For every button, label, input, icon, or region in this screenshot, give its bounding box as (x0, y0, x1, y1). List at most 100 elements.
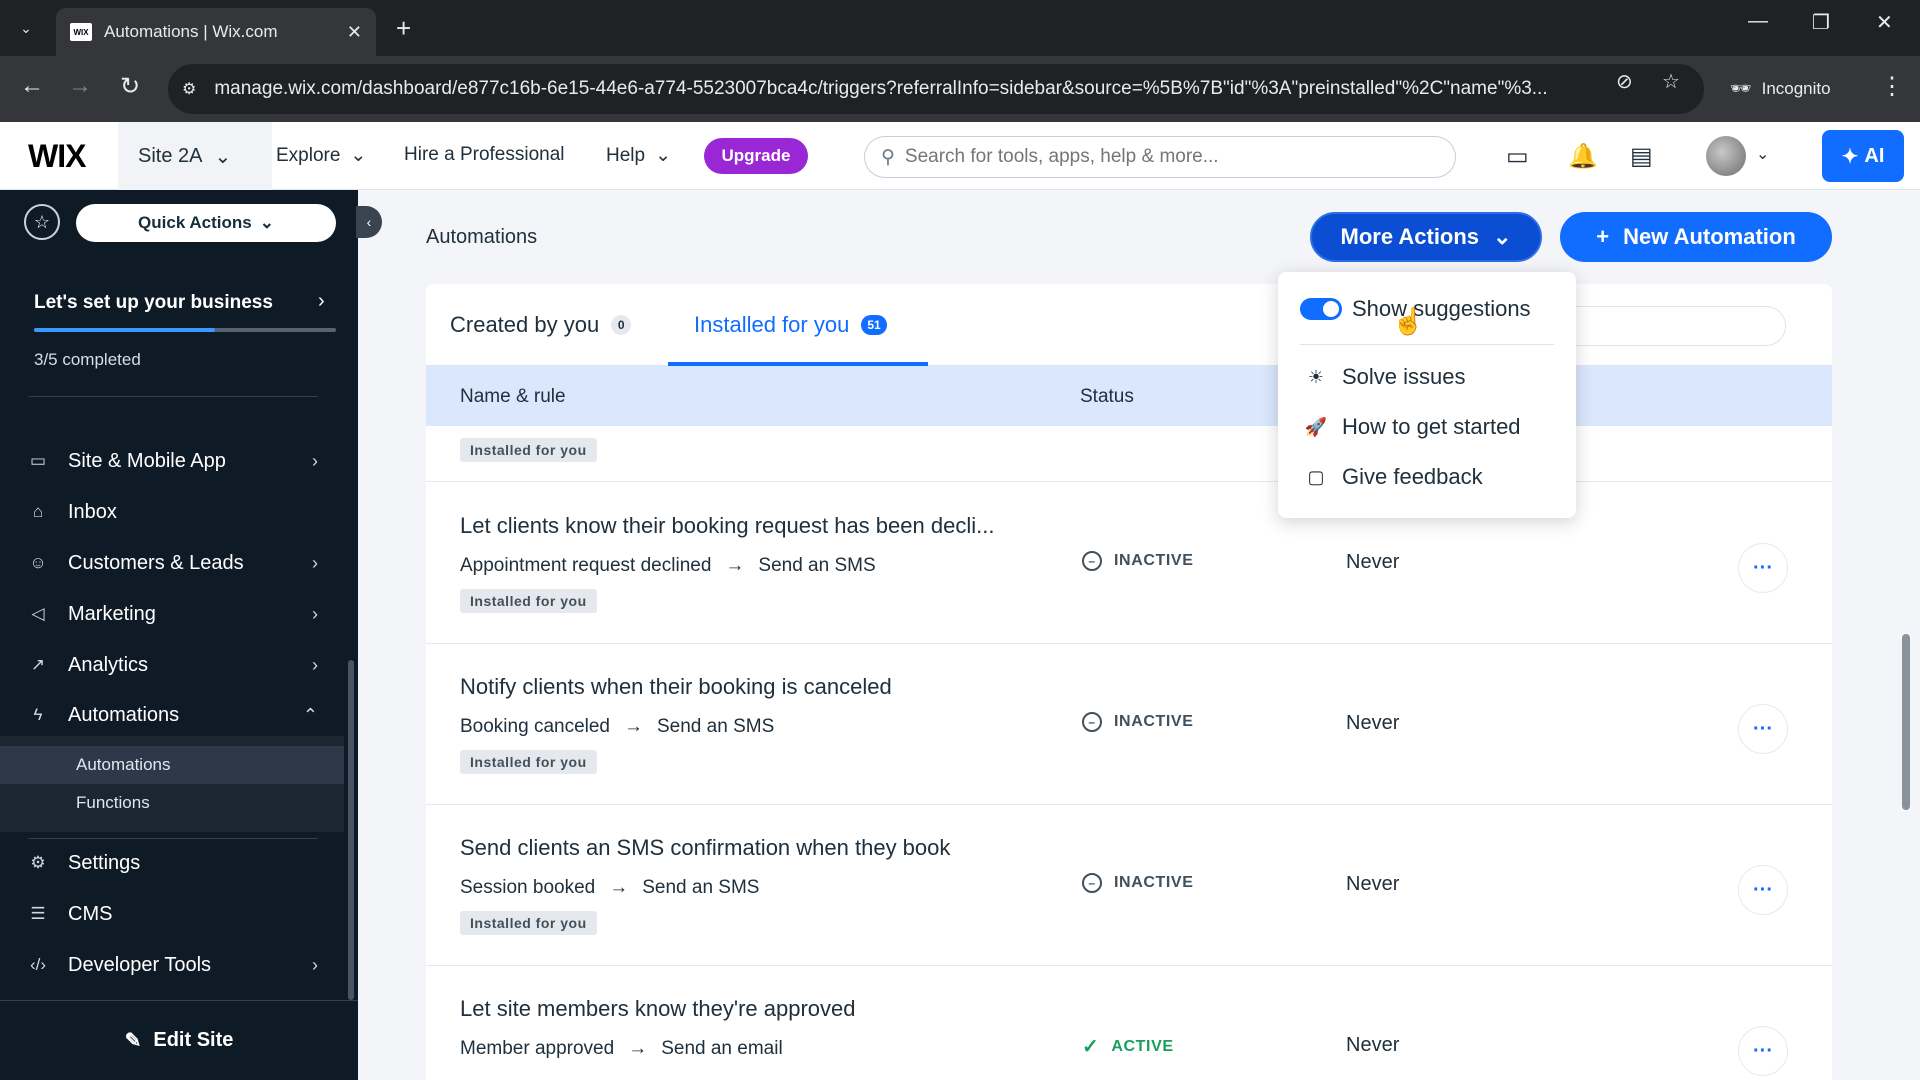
tab-close-icon[interactable]: ✕ (347, 22, 362, 43)
incognito-indicator[interactable]: 🕶 Incognito (1730, 68, 1831, 110)
wix-logo[interactable]: WIX (28, 138, 86, 175)
sidebar-subitem-automations[interactable]: Automations (0, 746, 344, 784)
site-icon: ▭ (29, 451, 47, 470)
tab-list-chevron-icon[interactable]: ⌄ (8, 12, 44, 44)
browser-menu-icon[interactable]: ⋮ (1880, 72, 1904, 101)
column-status[interactable]: Status (1080, 386, 1134, 408)
setup-title[interactable]: Let's set up your business (34, 292, 273, 314)
back-arrow-icon[interactable]: ← (20, 72, 44, 100)
row-last-run: Never (1346, 551, 1400, 573)
site-selector[interactable]: Site 2A ⌄ (118, 122, 272, 190)
chevron-right-icon: › (312, 552, 318, 573)
menu-item-solve-issues[interactable]: ☀ Solve issues (1304, 364, 1466, 390)
new-automation-label: New Automation (1623, 224, 1796, 249)
automations-icon: ϟ (33, 705, 43, 724)
incognito-label: Incognito (1761, 79, 1831, 98)
main-scrollbar[interactable] (1902, 634, 1910, 810)
sidebar-item-cms[interactable]: ☰ CMS (0, 889, 342, 939)
plus-icon: + (1596, 224, 1610, 249)
inactive-icon: – (1082, 873, 1102, 893)
status-label: INACTIVE (1114, 874, 1194, 891)
arrow-right-icon: → (725, 555, 745, 576)
chevron-down-icon[interactable]: ⌄ (1756, 144, 1769, 164)
row-rule: Session booked → Send an SMS (460, 877, 759, 899)
reload-icon[interactable]: ↻ (120, 72, 140, 101)
explore-menu[interactable]: Explore ⌄ (276, 144, 366, 167)
menu-item-how-to-get-started[interactable]: 🚀 How to get started (1304, 414, 1521, 440)
mouse-cursor-icon: ☝ (1392, 306, 1425, 336)
ai-button[interactable]: ✦ AI (1822, 130, 1904, 182)
chevron-right-icon: › (312, 450, 318, 471)
arrow-right-icon: → (624, 716, 643, 737)
row-more-actions-icon[interactable]: ··· (1738, 865, 1788, 915)
chat-icon: ▢ (1307, 466, 1325, 487)
sidebar-item-label: Inbox (68, 500, 117, 523)
chat-icon[interactable]: ▭ (1506, 142, 1529, 171)
help-menu[interactable]: Help ⌄ (606, 144, 671, 167)
page-title: Automations (426, 226, 538, 248)
sidebar-subitem-functions[interactable]: Functions (0, 784, 344, 822)
hire-professional-link[interactable]: Hire a Professional (404, 144, 565, 166)
site-info-icon[interactable]: ⚙ (182, 79, 196, 99)
new-tab-plus-icon[interactable]: + (396, 12, 411, 44)
row-rule: Appointment request declined → Send an S… (460, 555, 876, 577)
sidebar-item-developer-tools[interactable]: ‹/› Developer Tools › (0, 940, 342, 990)
row-more-actions-icon[interactable]: ··· (1738, 704, 1788, 754)
more-actions-dropdown: Show suggestions ☀ Solve issues 🚀 How to… (1278, 272, 1576, 518)
column-name-rule[interactable]: Name & rule (460, 386, 566, 408)
table-row[interactable]: Notify clients when their booking is can… (426, 644, 1832, 805)
chevron-right-icon[interactable]: › (318, 290, 325, 313)
lightbulb-icon: ☀ (1307, 366, 1325, 387)
sidebar-item-marketing[interactable]: ◁ Marketing › (0, 589, 342, 639)
forward-arrow-icon[interactable]: → (68, 72, 92, 100)
row-more-actions-icon[interactable]: ··· (1738, 1026, 1788, 1076)
url-field[interactable]: ⚙ manage.wix.com/dashboard/e877c16b-6e15… (168, 64, 1704, 114)
arrow-right-icon: → (628, 1038, 648, 1059)
menu-item-give-feedback[interactable]: ▢ Give feedback (1304, 464, 1482, 490)
star-icon[interactable]: ☆ (24, 204, 60, 240)
status-badge: – INACTIVE (1082, 551, 1193, 571)
restore-icon[interactable]: ❐ (1812, 10, 1830, 35)
status-badge: – INACTIVE (1082, 873, 1193, 893)
sidebar-scrollbar[interactable] (348, 660, 354, 1000)
quick-actions-button[interactable]: Quick Actions ⌄ (76, 204, 336, 242)
upgrade-button[interactable]: Upgrade (704, 138, 808, 174)
sidebar-item-analytics[interactable]: ↗ Analytics › (0, 640, 342, 690)
bell-icon[interactable]: 🔔 (1568, 142, 1598, 171)
more-actions-button[interactable]: More Actions ⌄ (1310, 212, 1542, 262)
table-row[interactable]: Let site members know they're approved M… (426, 966, 1832, 1080)
eye-off-icon[interactable]: ⊘ (1616, 69, 1633, 94)
status-badge: – INACTIVE (1082, 712, 1193, 732)
sparkle-icon: ✦ (1841, 145, 1859, 168)
collapse-sidebar-icon[interactable]: ‹ (356, 206, 382, 238)
search-field[interactable]: ⚲ (864, 136, 1456, 178)
sidebar-item-customers-leads[interactable]: ☺ Customers & Leads › (0, 538, 342, 588)
table-row[interactable]: Let clients know their booking request h… (426, 483, 1832, 644)
new-automation-button[interactable]: + New Automation (1560, 212, 1832, 262)
show-suggestions-toggle[interactable] (1300, 298, 1342, 320)
avatar[interactable] (1706, 136, 1746, 176)
news-icon[interactable]: ▤ (1630, 142, 1653, 171)
table-row[interactable]: Send clients an SMS confirmation when th… (426, 805, 1832, 966)
sidebar-item-settings[interactable]: ⚙ Settings (0, 838, 342, 888)
edit-site-button[interactable]: ✎ Edit Site (0, 1000, 358, 1080)
status-label: INACTIVE (1114, 713, 1194, 730)
minimize-icon[interactable]: — (1748, 10, 1768, 33)
more-actions-label: More Actions (1340, 224, 1480, 249)
sidebar-item-inbox[interactable]: ⌂ Inbox (0, 487, 342, 537)
sidebar-item-site-mobile-app[interactable]: ▭ Site & Mobile App › (0, 436, 342, 486)
close-window-icon[interactable]: ✕ (1876, 10, 1893, 35)
row-more-actions-icon[interactable]: ··· (1738, 543, 1788, 593)
sidebar: ☆ Quick Actions ⌄ Let's set up your busi… (0, 190, 358, 1080)
table-row[interactable]: Installed for you (426, 426, 1832, 482)
inactive-icon: – (1082, 551, 1102, 571)
browser-tab[interactable]: WIX Automations | Wix.com ✕ (56, 8, 376, 56)
count-badge: 0 (611, 315, 632, 335)
row-last-run: Never (1346, 712, 1400, 734)
tab-created-by-you[interactable]: Created by you 0 (450, 312, 632, 338)
bookmark-star-icon[interactable]: ☆ (1662, 69, 1680, 94)
search-input[interactable] (904, 146, 1425, 168)
tab-installed-for-you[interactable]: Installed for you 51 (694, 312, 887, 338)
table-search-input[interactable] (1546, 306, 1786, 346)
sidebar-item-automations[interactable]: ϟ Automations ⌃ (0, 690, 342, 740)
